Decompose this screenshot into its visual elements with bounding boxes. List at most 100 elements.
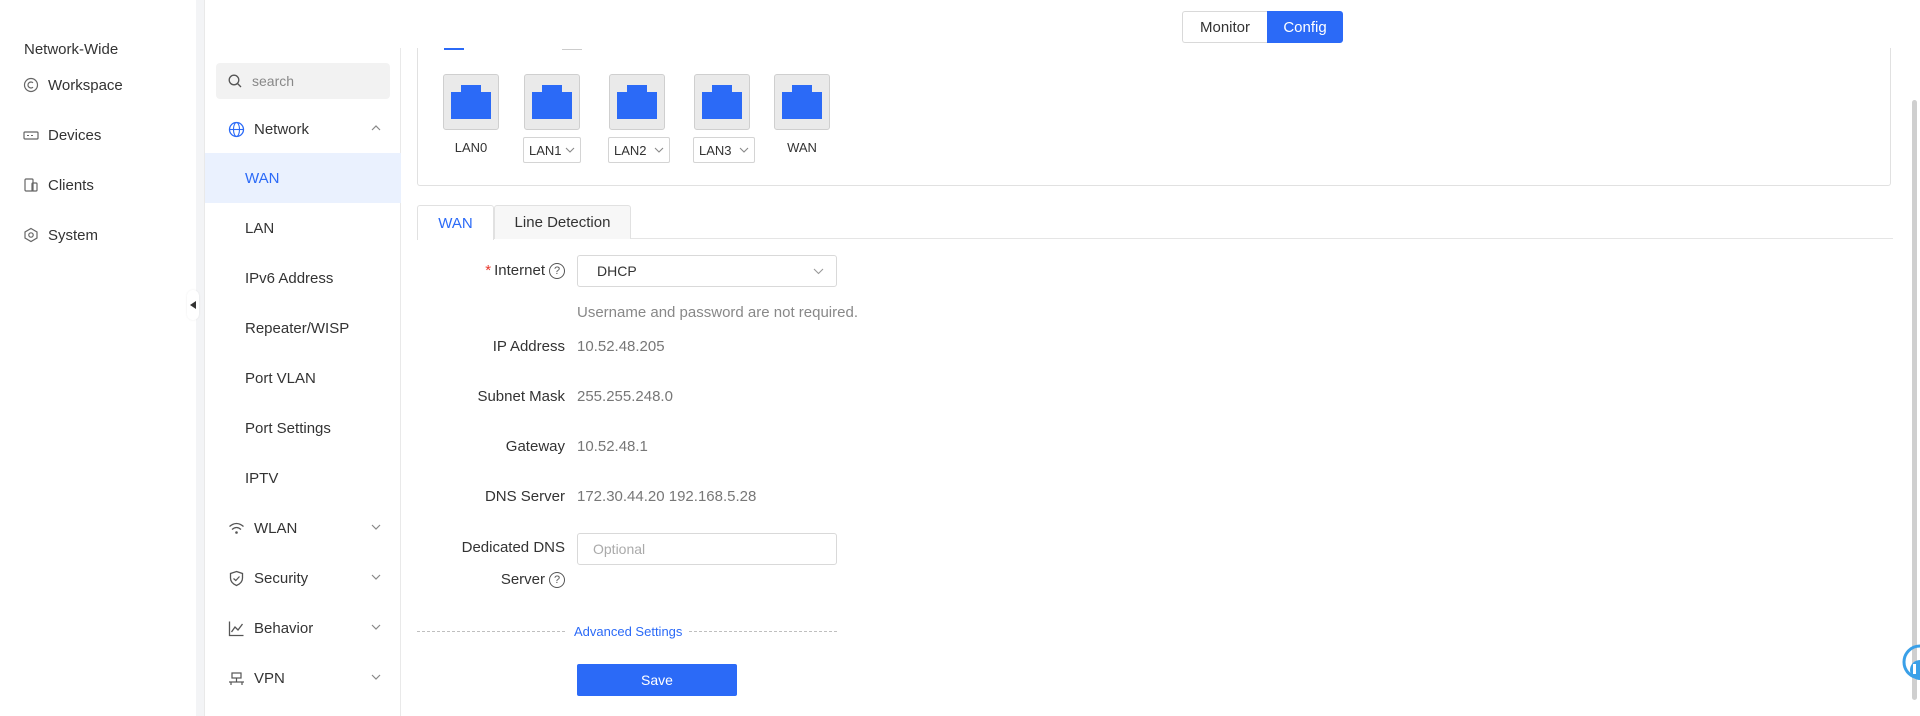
- sidebar-item-ipv6-address[interactable]: IPv6 Address: [205, 253, 401, 303]
- sidebar-item-port-vlan[interactable]: Port VLAN: [205, 353, 401, 403]
- monitor-tab[interactable]: Monitor: [1182, 11, 1267, 43]
- sidebar-group-wlan[interactable]: WLAN: [205, 503, 401, 553]
- nav-item-devices[interactable]: Devices: [22, 126, 101, 144]
- save-button[interactable]: Save: [577, 664, 737, 696]
- caret-left-icon: [190, 301, 196, 309]
- search-input[interactable]: [252, 73, 372, 89]
- chevron-down-icon: [654, 147, 664, 153]
- chevron-down-icon: [565, 147, 575, 153]
- main-panel: Monitor Config Network WAN LAN IPv6 Addr…: [204, 0, 1920, 716]
- scrollbar[interactable]: [1912, 100, 1917, 700]
- divider-line: [417, 631, 565, 632]
- chevron-down-icon: [371, 624, 381, 630]
- port-lan0[interactable]: [443, 74, 499, 130]
- sidebar-item-lan[interactable]: LAN: [205, 203, 401, 253]
- gateway-value: 10.52.48.1: [577, 438, 648, 455]
- port-select-value: LAN2: [614, 142, 647, 158]
- sidebar-group-label: WLAN: [254, 519, 298, 537]
- dedicated-dns-input[interactable]: [577, 533, 837, 565]
- dedicated-dns-label-line1: Dedicated DNS: [461, 539, 565, 556]
- nav-item-label: Clients: [48, 176, 94, 194]
- port-label: LAN0: [454, 140, 488, 155]
- port-mode-select[interactable]: LAN2: [608, 137, 670, 163]
- sidebar-item-port-settings[interactable]: Port Settings: [205, 403, 401, 453]
- chevron-down-icon: [813, 268, 824, 274]
- sidebar-group-behavior[interactable]: Behavior: [205, 603, 401, 653]
- port-lan3[interactable]: [694, 74, 750, 130]
- internet-label-text: Internet: [494, 262, 545, 279]
- wan-content: LAN0 LAN1 LAN2 LAN3 WAN WAN Line Detecti…: [417, 48, 1893, 716]
- internet-hint: Username and password are not required.: [577, 304, 858, 321]
- mask-label: Subnet Mask: [477, 388, 565, 405]
- help-icon[interactable]: ?: [549, 572, 565, 589]
- divider-line: [689, 631, 837, 632]
- sidebar-group-label: Behavior: [254, 619, 314, 637]
- nav-item-workspace[interactable]: Workspace: [22, 76, 123, 94]
- config-tab[interactable]: Config: [1267, 11, 1343, 43]
- dedicated-dns-label-line2: Server?: [501, 571, 565, 589]
- port-mode-select[interactable]: LAN3: [693, 137, 755, 163]
- nav-item-system[interactable]: System: [22, 226, 98, 244]
- search-icon: [228, 74, 242, 88]
- port-group-marker: [562, 42, 582, 50]
- sidebar-item-wan[interactable]: WAN: [205, 153, 401, 203]
- sidebar-group-network[interactable]: Network: [205, 104, 401, 154]
- wan-tabs: WAN Line Detection: [417, 205, 1893, 240]
- sidebar-group-label: Network: [254, 120, 310, 138]
- advanced-settings-link[interactable]: Advanced Settings: [574, 624, 682, 639]
- assistant-icon[interactable]: [1898, 640, 1920, 690]
- ethernet-port-icon: [702, 85, 742, 119]
- dns-label: DNS Server: [484, 488, 565, 505]
- workspace-icon: [22, 76, 40, 94]
- port-group-marker: [444, 42, 464, 50]
- nav-item-clients[interactable]: Clients: [22, 176, 94, 194]
- help-icon[interactable]: ?: [549, 263, 565, 280]
- required-marker: *: [485, 262, 492, 279]
- line-chart-icon: [228, 621, 244, 636]
- collapse-left-button[interactable]: [187, 290, 199, 320]
- chevron-down-icon: [739, 147, 749, 153]
- port-panel: LAN0 LAN1 LAN2 LAN3 WAN: [417, 48, 1891, 186]
- search-box: [216, 63, 390, 99]
- sidebar-group-security[interactable]: Security: [205, 553, 401, 603]
- sidebar-item-repeater-wisp[interactable]: Repeater/WISP: [205, 303, 401, 353]
- port-lan1[interactable]: [524, 74, 580, 130]
- tab-line-detection[interactable]: Line Detection: [494, 205, 631, 239]
- ip-label: IP Address: [492, 338, 565, 355]
- port-lan2[interactable]: [609, 74, 665, 130]
- globe-icon: [228, 121, 245, 137]
- tab-wan[interactable]: WAN: [417, 205, 494, 240]
- ethernet-port-icon: [782, 85, 822, 119]
- nav-item-label: System: [48, 226, 99, 244]
- sidebar-group-vpn[interactable]: VPN: [205, 653, 401, 703]
- mask-value: 255.255.248.0: [577, 388, 673, 405]
- network-wide-title: Network-Wide: [24, 41, 119, 58]
- sidebar-group-label: Security: [254, 569, 309, 587]
- internet-type-select[interactable]: DHCP: [577, 255, 837, 287]
- sidebar-group-label: VPN: [254, 669, 285, 687]
- devices-icon: [22, 126, 40, 144]
- mode-switch: Monitor Config: [1182, 11, 1343, 43]
- chevron-down-icon: [371, 674, 381, 680]
- port-mode-select[interactable]: LAN1: [523, 137, 581, 163]
- clients-icon: [22, 176, 40, 194]
- chevron-down-icon: [371, 574, 381, 580]
- ethernet-port-icon: [451, 85, 491, 119]
- ip-value: 10.52.48.205: [577, 338, 665, 355]
- ethernet-port-icon: [532, 85, 572, 119]
- nav-item-label: Devices: [48, 126, 102, 144]
- global-nav: Network-Wide Workspace Devices Clients S…: [0, 0, 196, 716]
- port-select-value: LAN1: [529, 142, 562, 158]
- system-icon: [22, 226, 40, 244]
- port-select-value: LAN3: [699, 142, 732, 158]
- gateway-label: Gateway: [505, 438, 565, 455]
- nav-item-label: Workspace: [48, 76, 123, 94]
- sidebar-item-iptv[interactable]: IPTV: [205, 453, 401, 503]
- chevron-down-icon: [371, 524, 381, 530]
- internet-type-value: DHCP: [597, 263, 637, 279]
- internet-label: * Internet?: [485, 262, 565, 280]
- config-sidebar: Network WAN LAN IPv6 Address Repeater/WI…: [205, 48, 401, 716]
- port-wan[interactable]: [774, 74, 830, 130]
- vpn-icon: [229, 671, 244, 685]
- advanced-settings-divider: Advanced Settings: [417, 622, 837, 642]
